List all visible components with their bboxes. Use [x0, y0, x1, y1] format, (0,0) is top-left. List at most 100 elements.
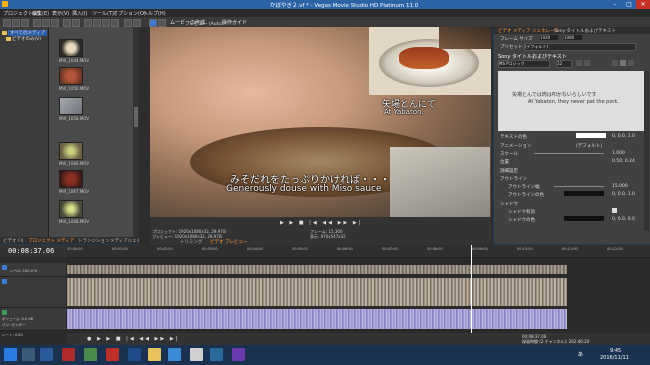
- font-select[interactable]: MS Pゴシック: [498, 60, 550, 68]
- clock-date[interactable]: 2016/11/11: [600, 355, 629, 361]
- section-shadow[interactable]: シャドウ: [500, 201, 518, 207]
- media-file-name: MVI_1050.MOV: [59, 86, 90, 91]
- track-header-audio[interactable]: ボリューム: 0.0 dB パン: センター: [0, 308, 66, 331]
- tree-item-video-only[interactable]: ビデオのみ(V): [12, 36, 41, 42]
- start-icon[interactable]: [4, 348, 17, 361]
- text-preview-box[interactable]: 矢場とんでは肉は叩かないらしいです At Yabaton, they never…: [498, 71, 644, 131]
- menu-insert[interactable]: 挿入(I): [72, 10, 87, 17]
- media-file-name: MVI_1044.MOV: [59, 58, 90, 63]
- outline-width-slider[interactable]: [554, 186, 604, 187]
- timeline-ruler[interactable]: 00:00:00 00:01:00 00:02:00 00:03:00 00:0…: [67, 245, 650, 258]
- maximize-button[interactable]: □: [622, 0, 636, 9]
- ime-indicator[interactable]: あ: [578, 351, 583, 358]
- text-color-swatch[interactable]: [576, 133, 606, 138]
- tab-transitions[interactable]: トランジション: [78, 238, 110, 244]
- track-level-label: レベル: 100.0 %: [10, 269, 38, 273]
- folder-icon: [2, 31, 7, 35]
- prop-scale-value: 1.000: [612, 151, 625, 156]
- taskbar-app-icon[interactable]: [210, 348, 223, 361]
- split-tool-icon[interactable]: [93, 19, 101, 27]
- redo-icon[interactable]: [72, 19, 80, 27]
- media-thumbnail[interactable]: [59, 67, 83, 85]
- taskbar-app-icon[interactable]: [232, 348, 245, 361]
- zoom-tool-icon[interactable]: [158, 19, 166, 27]
- lock-icon[interactable]: [111, 19, 119, 27]
- section-outline[interactable]: アウトライン: [500, 176, 527, 182]
- taskbar-app-icon[interactable]: [128, 348, 141, 361]
- prop-animation-value[interactable]: (デフォルト): [576, 143, 602, 149]
- timeline-transport-controls[interactable]: ● ▶ ▶ ■ |◀ ◀◀ ▶▶ ▶|: [87, 336, 179, 342]
- ruler-tick: 00:08:00: [427, 247, 443, 251]
- align-right-button[interactable]: [628, 60, 634, 66]
- font-size-select[interactable]: 12: [556, 60, 572, 68]
- timecode-display: 00:08:37.06: [8, 247, 55, 255]
- subtitle-inset-en: At Yabaton.: [384, 108, 424, 116]
- prop-shadow-color-value: 0, 0.0, 0.0: [612, 217, 635, 222]
- media-thumbnail[interactable]: [59, 200, 83, 218]
- menu-tools[interactable]: ツール(T): [92, 10, 114, 17]
- close-button[interactable]: ✕: [636, 0, 650, 9]
- media-thumbnail[interactable]: [59, 142, 83, 160]
- minimize-button[interactable]: –: [608, 0, 622, 9]
- tab-project-media[interactable]: プロジェクト メディア: [28, 238, 74, 244]
- taskbar-app-icon[interactable]: [106, 348, 119, 361]
- taskbar-app-icon[interactable]: [40, 348, 53, 361]
- open-icon[interactable]: [12, 19, 20, 27]
- italic-button[interactable]: [584, 60, 590, 66]
- menu-help[interactable]: ヘルプ(H): [143, 10, 166, 17]
- media-thumbnail[interactable]: [59, 170, 83, 188]
- frame-width-field[interactable]: 1920: [540, 35, 558, 40]
- frame-height-field[interactable]: 1080: [564, 35, 582, 40]
- tab-video-fx[interactable]: ビデオ FX: [3, 238, 24, 244]
- align-center-button[interactable]: [620, 60, 626, 66]
- ops-guide-button[interactable]: 操作ガイド: [222, 19, 247, 26]
- scale-slider[interactable]: [534, 153, 604, 154]
- menu-view[interactable]: 表示(V): [52, 10, 69, 17]
- clock-time[interactable]: 9:45: [610, 348, 621, 354]
- taskbar-app-icon[interactable]: [62, 348, 75, 361]
- bold-button[interactable]: [576, 60, 582, 66]
- select-tool-icon[interactable]: [149, 19, 157, 27]
- track-header-video[interactable]: [0, 277, 66, 308]
- align-left-button[interactable]: [612, 60, 618, 66]
- taskbar-app-icon[interactable]: [22, 348, 35, 361]
- file-explorer-icon[interactable]: [148, 348, 161, 361]
- new-icon[interactable]: [3, 19, 11, 27]
- audio-clips[interactable]: [67, 309, 567, 329]
- media-list-panel: MVI_1044.MOV MVI_1050.MOV MVI_1058.MOV M…: [49, 27, 133, 237]
- media-thumbnail[interactable]: [59, 39, 83, 57]
- menu-options[interactable]: オプション(O): [113, 10, 146, 17]
- ruler-tick: 00:01:00: [112, 247, 128, 251]
- cursor-tool-icon[interactable]: [84, 19, 92, 27]
- ruler-tick: 00:04:00: [247, 247, 263, 251]
- menu-edit[interactable]: 編集(E): [32, 10, 49, 17]
- media-thumbnail[interactable]: [59, 97, 83, 115]
- tab-media-generators[interactable]: ビデオ メディア ジェネレータ: [498, 28, 559, 34]
- video-clips[interactable]: [67, 278, 567, 306]
- ripple-icon[interactable]: [133, 19, 141, 27]
- browser-icon[interactable]: [190, 348, 203, 361]
- cut-icon[interactable]: [33, 19, 41, 27]
- snap-icon[interactable]: [102, 19, 110, 27]
- undo-icon[interactable]: [63, 19, 71, 27]
- taskbar-app-icon[interactable]: [168, 348, 181, 361]
- paste-icon[interactable]: [51, 19, 59, 27]
- track-header-overlay[interactable]: レベル: 100.0 %: [0, 263, 66, 277]
- shadow-checkbox[interactable]: [612, 208, 617, 213]
- preset-select[interactable]: (デフォルト): [524, 43, 636, 51]
- inspector-scrollbar[interactable]: [644, 71, 649, 231]
- playhead[interactable]: [471, 245, 472, 333]
- ruler-tick: 00:05:00: [292, 247, 308, 251]
- prop-outline-width-label: アウトライン幅: [508, 185, 540, 190]
- overlay-clips[interactable]: [67, 265, 567, 274]
- taskbar-app-icon[interactable]: [84, 348, 97, 361]
- transport-controls[interactable]: ▶ ▶ ■ |◀ ◀◀ ▶▶ ▶|: [280, 220, 362, 226]
- shadow-color-swatch[interactable]: [564, 216, 604, 221]
- save-icon[interactable]: [21, 19, 29, 27]
- section-advanced[interactable]: 詳細設定: [500, 168, 518, 174]
- copy-icon[interactable]: [42, 19, 50, 27]
- generator-header: Sony タイトルおよびテキスト: [554, 29, 616, 34]
- outline-color-swatch[interactable]: [564, 191, 604, 196]
- envelope-icon[interactable]: [124, 19, 132, 27]
- timecode-box: 00:08:37.06: [0, 245, 66, 257]
